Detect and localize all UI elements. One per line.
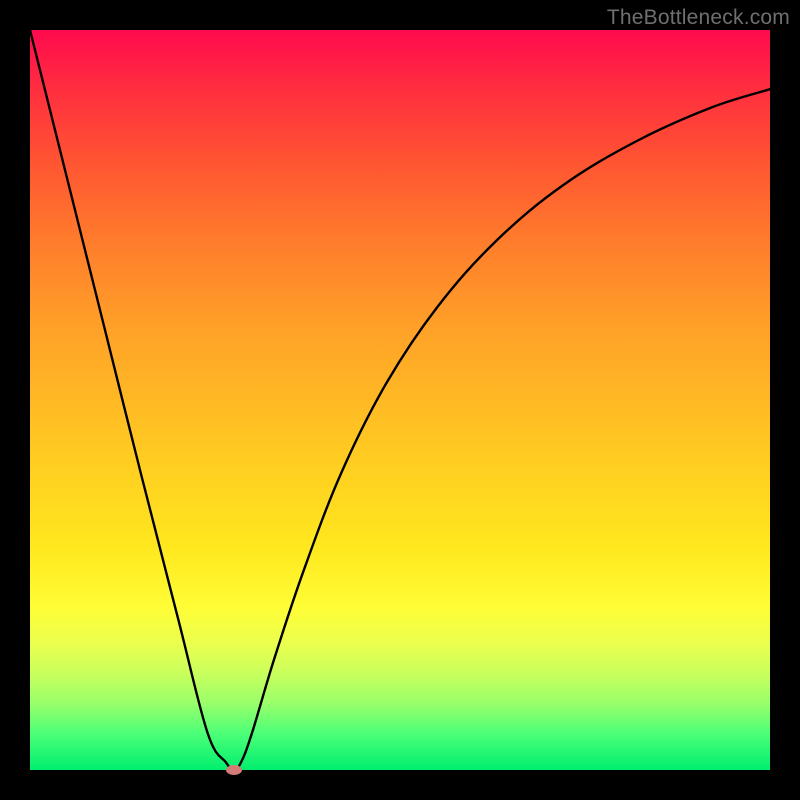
watermark-text: TheBottleneck.com <box>607 6 790 30</box>
minimum-point-marker <box>226 765 242 775</box>
chart-plot-area <box>30 30 770 770</box>
bottleneck-curve-path <box>30 30 770 770</box>
bottleneck-curve <box>30 30 770 770</box>
